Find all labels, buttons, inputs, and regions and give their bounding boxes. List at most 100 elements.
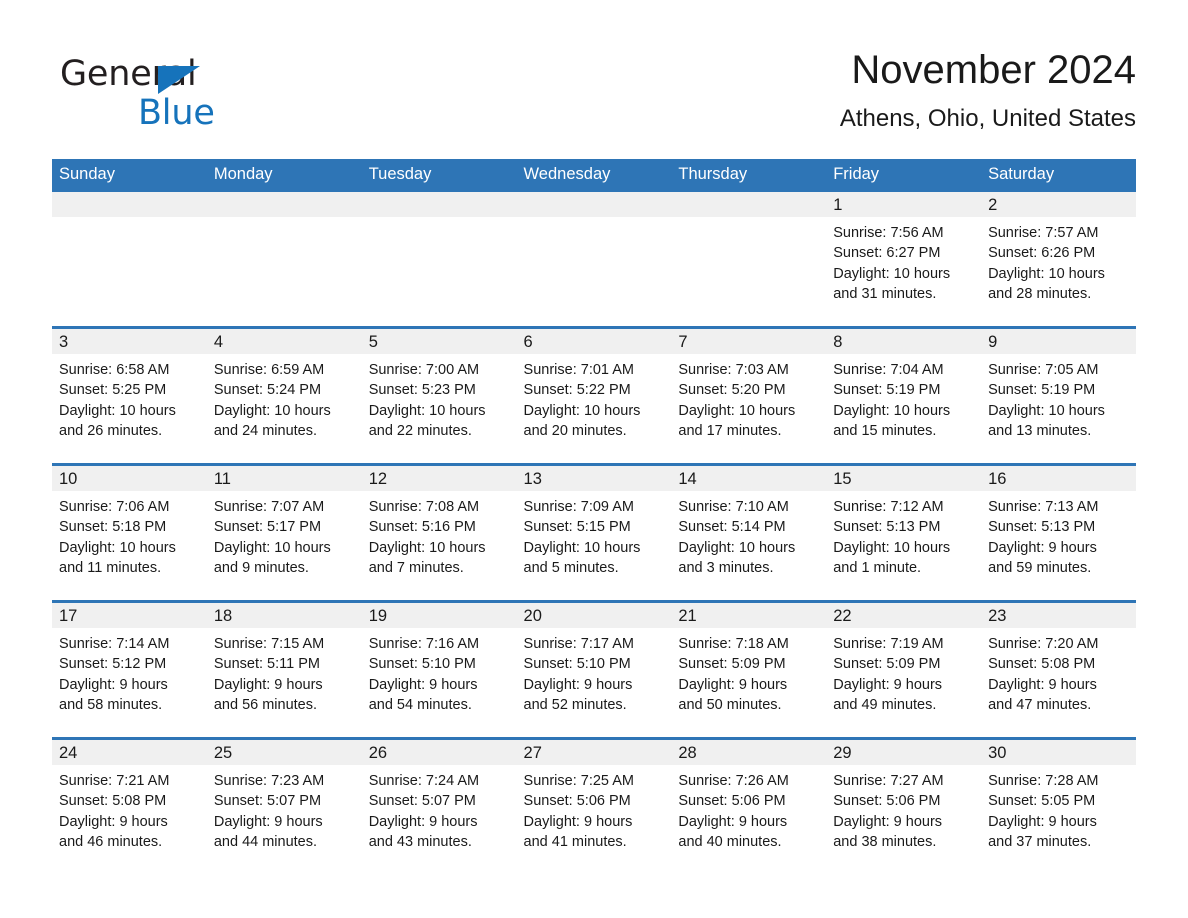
calendar-day-cell[interactable]: 17 Sunrise: 7:14 AM Sunset: 5:12 PM Dayligh… [52, 603, 207, 737]
calendar-day-cell[interactable]: 19 Sunrise: 7:16 AM Sunset: 5:10 PM Dayligh… [361, 603, 517, 737]
day-number: 25 [206, 740, 362, 765]
sunset-text: Sunset: 5:14 PM [678, 519, 786, 536]
calendar-day-cell[interactable]: 23 Sunrise: 7:20 AM Sunset: 5:08 PM Dayligh… [981, 603, 1136, 737]
sunrise-text: Sunrise: 7:23 AM [213, 773, 325, 789]
sunset-text: Sunset: 6:27 PM [833, 245, 941, 262]
day-number: 16 [981, 466, 1136, 491]
sunrise-text: Sunrise: 7:00 AM [368, 362, 480, 378]
calendar-day-cell[interactable]: 5 Sunrise: 7:00 AM Sunset: 5:23 PM Daylight… [361, 329, 517, 463]
day-details: Sunrise: 7:04 AM Sunset: 5:19 PM Daylight:… [826, 354, 981, 441]
sunrise-text: Sunrise: 7:03 AM [678, 362, 789, 378]
sunset-text: Sunset: 5:10 PM [368, 656, 476, 673]
calendar-day-cell[interactable]: 1 Sunrise: 7:56 AM Sunset: 6:27 PM Daylight… [826, 192, 982, 326]
sunrise-text: Sunrise: 7:16 AM [368, 636, 480, 652]
sunset-text: Sunset: 5:07 PM [213, 793, 322, 810]
day-number: 8 [826, 329, 982, 354]
daylight-text-line2: and 38 minutes. [833, 833, 937, 850]
brand-triangle-icon [158, 66, 200, 94]
day-details [517, 217, 672, 223]
calendar-day-cell[interactable]: 28 Sunrise: 7:26 AM Sunset: 5:06 PM Dayligh… [671, 740, 827, 874]
day-number: 6 [516, 329, 672, 354]
calendar-day-cell[interactable]: 22 Sunrise: 7:19 AM Sunset: 5:09 PM Dayligh… [826, 603, 982, 737]
day-number [671, 192, 827, 217]
daylight-text-line1: Daylight: 10 hours [678, 539, 796, 556]
day-number [516, 192, 672, 217]
calendar-day-cell[interactable]: 3 Sunrise: 6:58 AM Sunset: 5:25 PM Daylight… [52, 329, 207, 463]
day-number: 20 [516, 603, 672, 628]
day-number [206, 192, 362, 217]
daylight-text-line2: and 3 minutes. [678, 559, 774, 576]
daylight-text-line1: Daylight: 9 hours [523, 813, 633, 830]
sunset-text: Sunset: 5:09 PM [833, 656, 941, 673]
day-details: Sunrise: 7:13 AM Sunset: 5:13 PM Daylight:… [981, 491, 1136, 578]
day-number: 3 [52, 329, 207, 354]
calendar-day-cell[interactable]: 10 Sunrise: 7:06 AM Sunset: 5:18 PM Dayligh… [52, 466, 207, 600]
day-number: 12 [361, 466, 517, 491]
sunrise-text: Sunrise: 7:07 AM [213, 499, 325, 515]
day-number: 2 [981, 192, 1136, 217]
day-details: Sunrise: 7:56 AM Sunset: 6:27 PM Daylight:… [826, 217, 981, 304]
sunset-text: Sunset: 5:10 PM [523, 656, 631, 673]
sunrise-text: Sunrise: 7:28 AM [988, 773, 1099, 789]
day-details: Sunrise: 7:05 AM Sunset: 5:19 PM Daylight:… [981, 354, 1136, 441]
calendar-day-cell[interactable]: 27 Sunrise: 7:25 AM Sunset: 5:06 PM Dayligh… [516, 740, 672, 874]
logo-text-blue: Blue [138, 93, 215, 133]
calendar-day-cell[interactable]: 16 Sunrise: 7:13 AM Sunset: 5:13 PM Dayligh… [981, 466, 1136, 600]
daylight-text-line1: Daylight: 10 hours [988, 402, 1105, 419]
daylight-text-line2: and 15 minutes. [833, 422, 937, 439]
calendar-day-cell[interactable]: 26 Sunrise: 7:24 AM Sunset: 5:07 PM Dayligh… [361, 740, 517, 874]
daylight-text-line1: Daylight: 9 hours [59, 676, 168, 693]
daylight-text-line1: Daylight: 9 hours [213, 813, 323, 830]
daylight-text-line2: and 43 minutes. [368, 833, 472, 850]
sunset-text: Sunset: 5:16 PM [368, 519, 476, 536]
calendar-day-cell-empty [52, 192, 207, 326]
sunrise-text: Sunrise: 7:26 AM [678, 773, 789, 789]
calendar-day-cell[interactable]: 18 Sunrise: 7:15 AM Sunset: 5:11 PM Dayligh… [206, 603, 362, 737]
page-header: General Blue November 2024 Athens, Ohio,… [52, 44, 1136, 148]
calendar-day-cell[interactable]: 13 Sunrise: 7:09 AM Sunset: 5:15 PM Dayligh… [516, 466, 672, 600]
calendar-day-cell[interactable]: 4 Sunrise: 6:59 AM Sunset: 5:24 PM Daylight… [206, 329, 362, 463]
daylight-text-line2: and 24 minutes. [213, 422, 318, 439]
calendar-day-cell[interactable]: 14 Sunrise: 7:10 AM Sunset: 5:14 PM Dayligh… [671, 466, 827, 600]
daylight-text-line1: Daylight: 9 hours [368, 676, 478, 693]
calendar-day-cell[interactable]: 25 Sunrise: 7:23 AM Sunset: 5:07 PM Dayligh… [206, 740, 362, 874]
calendar-day-cell[interactable]: 20 Sunrise: 7:17 AM Sunset: 5:10 PM Dayligh… [516, 603, 672, 737]
calendar-day-cell[interactable]: 9 Sunrise: 7:05 AM Sunset: 5:19 PM Daylight… [981, 329, 1136, 463]
calendar-day-cell[interactable]: 2 Sunrise: 7:57 AM Sunset: 6:26 PM Daylight… [981, 192, 1136, 326]
day-details: Sunrise: 7:17 AM Sunset: 5:10 PM Daylight:… [517, 628, 672, 715]
calendar-day-cell[interactable]: 24 Sunrise: 7:21 AM Sunset: 5:08 PM Dayligh… [52, 740, 207, 874]
sunrise-text: Sunrise: 6:58 AM [59, 362, 170, 378]
day-number: 15 [826, 466, 982, 491]
weekday-header-monday: Monday [206, 159, 362, 192]
calendar-day-cell[interactable]: 21 Sunrise: 7:18 AM Sunset: 5:09 PM Dayligh… [671, 603, 827, 737]
sunrise-text: Sunrise: 7:56 AM [833, 225, 944, 241]
sunset-text: Sunset: 5:06 PM [678, 793, 786, 810]
calendar-day-cell[interactable]: 8 Sunrise: 7:04 AM Sunset: 5:19 PM Daylight… [826, 329, 982, 463]
daylight-text-line1: Daylight: 9 hours [213, 676, 323, 693]
sunset-text: Sunset: 6:26 PM [988, 245, 1096, 262]
daylight-text-line1: Daylight: 10 hours [523, 539, 641, 556]
calendar-day-cell[interactable]: 15 Sunrise: 7:12 AM Sunset: 5:13 PM Dayligh… [826, 466, 982, 600]
day-details [207, 217, 362, 223]
daylight-text-line1: Daylight: 10 hours [213, 539, 331, 556]
calendar-day-cell[interactable]: 11 Sunrise: 7:07 AM Sunset: 5:17 PM Dayligh… [206, 466, 362, 600]
daylight-text-line1: Daylight: 9 hours [523, 676, 633, 693]
daylight-text-line2: and 56 minutes. [213, 696, 318, 713]
day-details: Sunrise: 7:24 AM Sunset: 5:07 PM Daylight:… [362, 765, 517, 852]
daylight-text-line1: Daylight: 9 hours [833, 676, 943, 693]
sunrise-text: Sunrise: 7:09 AM [523, 499, 634, 515]
calendar-day-cell[interactable]: 29 Sunrise: 7:27 AM Sunset: 5:06 PM Dayligh… [826, 740, 982, 874]
calendar-day-cell[interactable]: 6 Sunrise: 7:01 AM Sunset: 5:22 PM Daylight… [516, 329, 672, 463]
sunset-text: Sunset: 5:07 PM [368, 793, 476, 810]
day-number: 11 [206, 466, 362, 491]
sunset-text: Sunset: 5:11 PM [213, 656, 320, 673]
calendar-day-cell[interactable]: 7 Sunrise: 7:03 AM Sunset: 5:20 PM Daylight… [671, 329, 827, 463]
calendar-day-cell[interactable]: 12 Sunrise: 7:08 AM Sunset: 5:16 PM Dayligh… [361, 466, 517, 600]
daylight-text-line2: and 31 minutes. [833, 285, 937, 302]
day-number: 10 [52, 466, 207, 491]
calendar-day-cell[interactable]: 30 Sunrise: 7:28 AM Sunset: 5:05 PM Dayligh… [981, 740, 1136, 874]
daylight-text-line2: and 44 minutes. [213, 833, 318, 850]
day-details: Sunrise: 7:18 AM Sunset: 5:09 PM Daylight:… [671, 628, 826, 715]
day-details: Sunrise: 7:19 AM Sunset: 5:09 PM Daylight:… [826, 628, 981, 715]
day-details: Sunrise: 7:26 AM Sunset: 5:06 PM Daylight:… [671, 765, 826, 852]
